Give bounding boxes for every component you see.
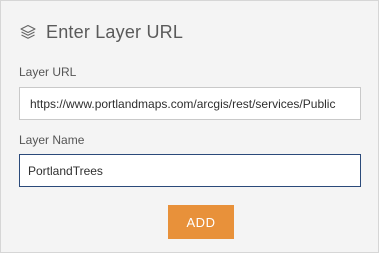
add-layer-panel: Enter Layer URL Layer URL Layer Name ADD — [0, 0, 379, 253]
layer-url-input[interactable] — [19, 87, 361, 120]
add-button[interactable]: ADD — [168, 205, 234, 239]
layers-icon-graphic — [20, 24, 36, 39]
layers-icon — [19, 23, 37, 41]
dialog-header: Enter Layer URL — [19, 19, 183, 45]
layer-url-label: Layer URL — [19, 65, 77, 79]
dialog-title: Enter Layer URL — [46, 21, 184, 42]
layer-name-input[interactable] — [19, 154, 361, 187]
layer-name-label: Layer Name — [19, 133, 85, 147]
